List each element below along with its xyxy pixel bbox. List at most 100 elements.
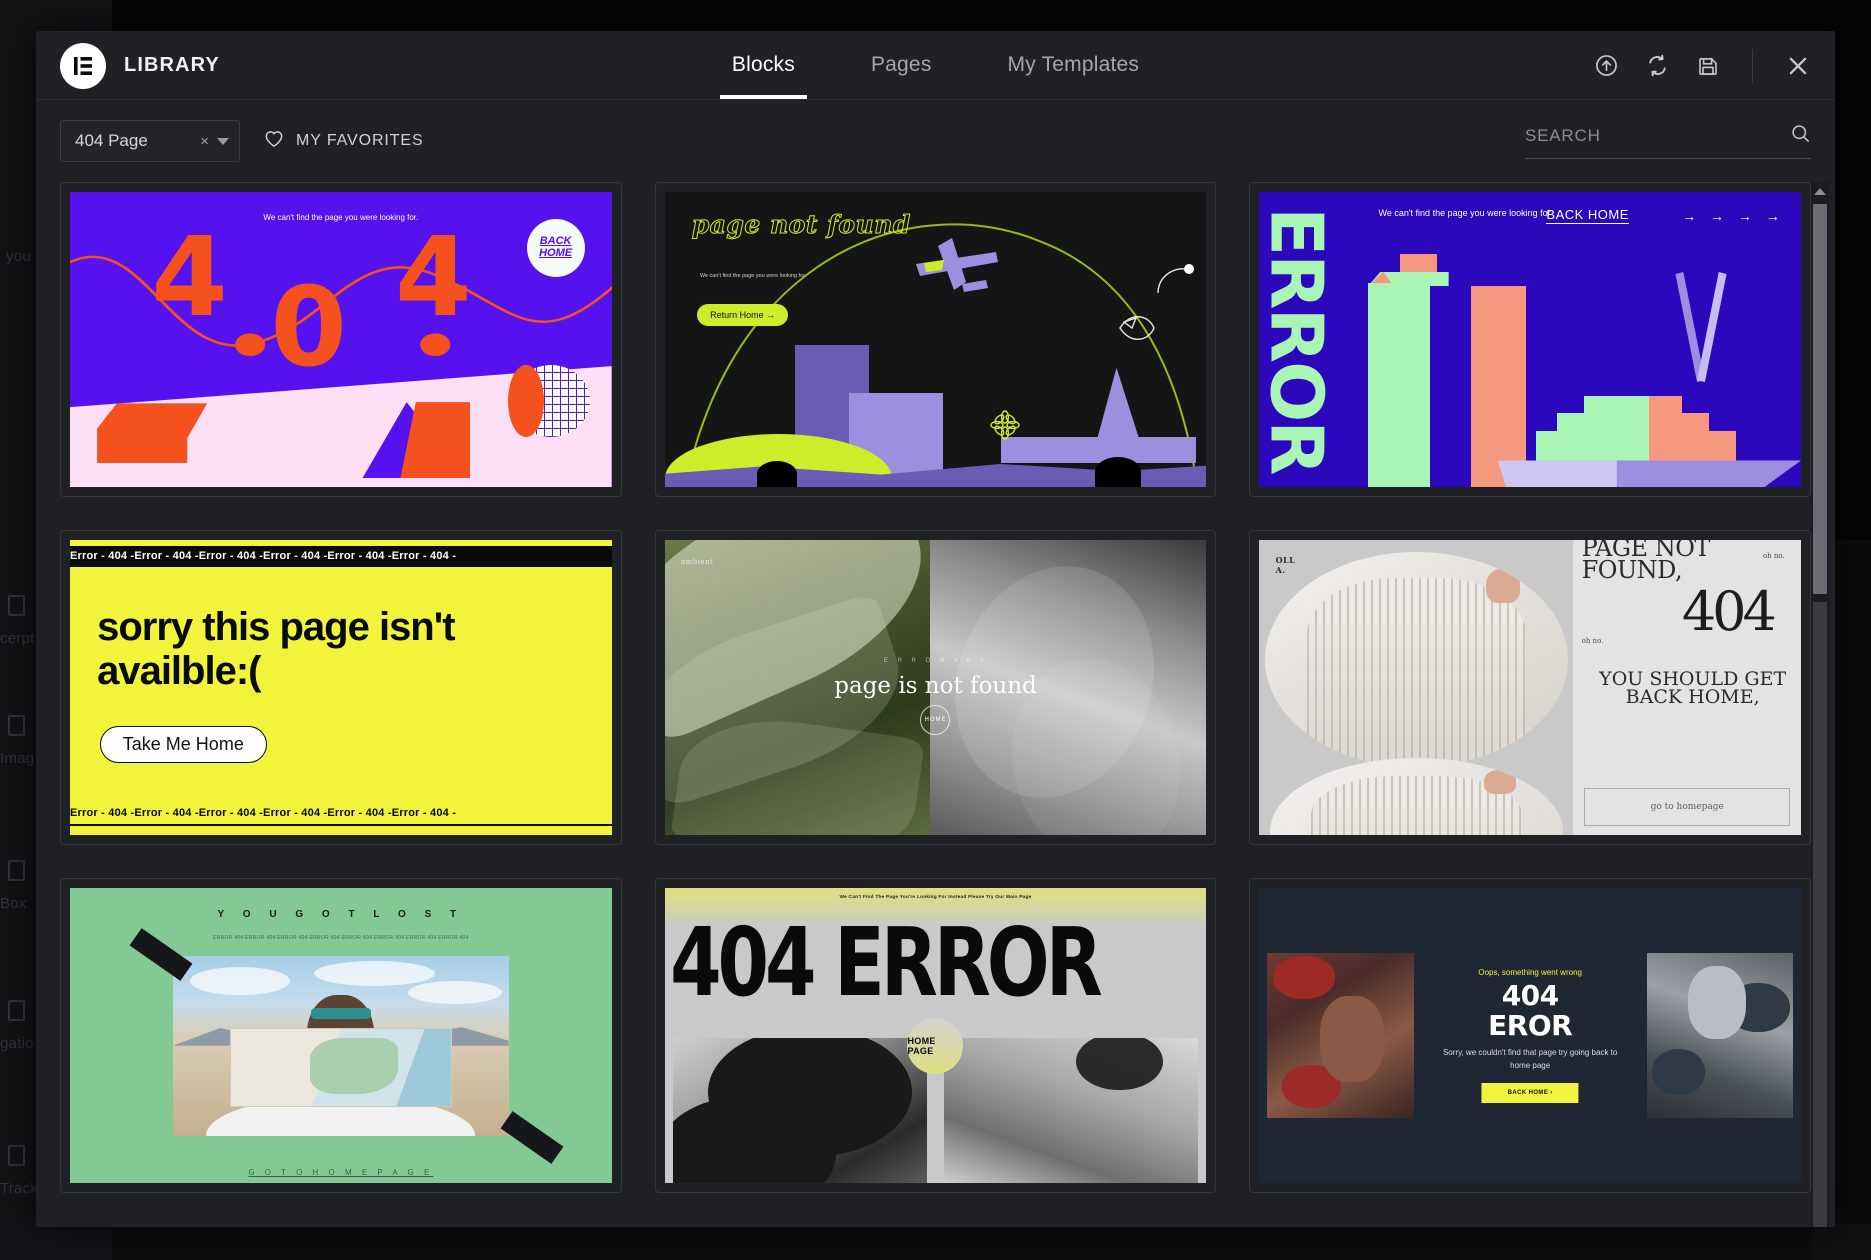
my-favorites-button[interactable]: MY FAVORITES [264, 129, 424, 153]
clear-filter-icon[interactable]: × [200, 133, 209, 150]
art-bird-icon [1119, 316, 1155, 341]
art-arrows: → → → → [1682, 208, 1785, 225]
template-thumbnail: OLL A. PAGE NOT FOUND, oh no. oh no. 404… [1259, 540, 1801, 835]
header-actions [1594, 48, 1811, 83]
template-card[interactable]: OLL A. PAGE NOT FOUND, oh no. oh no. 404… [1249, 530, 1811, 845]
art-stair [1708, 430, 1736, 464]
template-preview-you-got-lost: Y O U G O T L O S T ERROR 404 ERROR 404 … [70, 888, 612, 1183]
art-plane-icon [916, 238, 999, 293]
upload-icon[interactable] [1594, 53, 1619, 78]
template-card[interactable]: Y O U G O T L O S T ERROR 404 ERROR 404 … [60, 878, 622, 1193]
library-toolbar: 404 Page × MY FAVORITES [36, 100, 1835, 182]
art-headline: sorry this page isn't availble:( [97, 604, 455, 693]
sync-icon[interactable] [1645, 53, 1670, 78]
art-tiny-text: We Can't Find The Page You're Looking Fo… [839, 895, 1032, 901]
template-thumbnail: ERROR We can't find the page you were lo… [1259, 192, 1801, 487]
template-thumbnail: We can't find the page you were looking … [70, 192, 612, 487]
art-kicker: E R R O R 4 0 4 [883, 658, 988, 664]
template-card[interactable]: page not found We can't find the page yo… [654, 182, 1217, 497]
template-preview-page-not-found-dark: page not found We can't find the page yo… [664, 192, 1207, 487]
bg-widget-icon [8, 1145, 25, 1166]
template-library-modal: LIBRARY Blocks Pages My Templates 404 Pa… [36, 31, 1835, 1227]
template-preview-404-boxing: Oops, something went wrong 404 EROR Sorr… [1259, 888, 1801, 1183]
art-knit [1307, 577, 1526, 768]
art-description: Sorry, we couldn't find that page try go… [1442, 1048, 1618, 1071]
template-preview-page-is-not-found: ambient E R R O R 4 0 4 page is not foun… [664, 540, 1207, 835]
art-carton-side [1470, 286, 1526, 487]
template-card[interactable]: Error - 404 -Error - 404 -Error - 404 -E… [60, 530, 622, 845]
art-cylinder-cap [507, 364, 544, 437]
scrollbar-track[interactable] [1813, 602, 1827, 1227]
library-title: LIBRARY [124, 54, 220, 76]
tab-my-templates[interactable]: My Templates [996, 33, 1152, 99]
category-filter-select[interactable]: 404 Page × [60, 120, 240, 162]
art-home-page-button: HOME PAGE [907, 1017, 964, 1074]
template-thumbnail: We Can't Find The Page You're Looking Fo… [664, 888, 1207, 1183]
tab-pages[interactable]: Pages [859, 33, 944, 99]
heart-icon [264, 129, 284, 153]
art-title: page is not found [834, 672, 1037, 699]
chevron-up-icon[interactable] [1814, 185, 1826, 197]
art-brand: OLL A. [1276, 555, 1296, 575]
template-thumbnail: Error - 404 -Error - 404 -Error - 404 -E… [70, 540, 612, 835]
chevron-down-icon[interactable] [217, 137, 229, 145]
close-icon[interactable] [1785, 53, 1811, 79]
art-note-top: oh no. [1762, 551, 1785, 560]
art-headband [310, 1008, 372, 1019]
tab-blocks[interactable]: Blocks [719, 33, 808, 99]
art-small-text: We can't find the page you were looking … [699, 272, 807, 279]
template-thumbnail: Oops, something went wrong 404 EROR Sorr… [1259, 888, 1801, 1183]
template-card[interactable]: We can't find the page you were looking … [60, 182, 622, 497]
art-antenna-icon [1156, 263, 1194, 293]
badge-line-1: BACK [539, 235, 572, 247]
art-carton-body [1367, 283, 1430, 487]
art-photo [172, 955, 509, 1136]
bg-widget-label: Track [0, 1180, 38, 1197]
art-back-home-button: BACK HOME › [1481, 1082, 1579, 1103]
grid-scrollbar[interactable] [1811, 182, 1829, 1227]
template-card[interactable]: ambient E R R O R 4 0 4 page is not foun… [654, 530, 1217, 845]
bg-widget-icon [8, 860, 25, 881]
art-digit: 0 [270, 263, 347, 392]
art-rule [70, 824, 612, 827]
bg-widget-label: Imag [0, 750, 35, 767]
art-number: 404 [1681, 580, 1777, 644]
search-input[interactable] [1525, 126, 1790, 146]
template-thumbnail: ambient E R R O R 4 0 4 page is not foun… [664, 540, 1207, 835]
art-note-mid: oh no. [1581, 637, 1604, 646]
art-stair [1649, 395, 1682, 464]
scrollbar-thumb[interactable] [1813, 204, 1827, 594]
art-photo-left [672, 1038, 928, 1183]
my-favorites-label: MY FAVORITES [296, 132, 424, 149]
template-thumbnail: page not found We can't find the page yo… [664, 192, 1207, 487]
template-thumbnail: Y O U G O T L O S T ERROR 404 ERROR 404 … [70, 888, 612, 1183]
art-subhead: YOU SHOULD GET BACK HOME, [1599, 667, 1787, 709]
bg-widget-icon [8, 1000, 25, 1021]
art-boat-light [1497, 460, 1617, 487]
art-carton-cap [1400, 253, 1438, 275]
screen: you u cerpt Imag Box gatio Track LIBRARY… [0, 0, 1871, 1260]
template-preview-sorry-yellow: Error - 404 -Error - 404 -Error - 404 -E… [70, 540, 612, 835]
template-preview-404-error-big: We Can't Find The Page You're Looking Fo… [664, 888, 1207, 1183]
art-subtitle: We can't find the page you were looking … [1378, 207, 1551, 218]
template-card[interactable]: Oops, something went wrong 404 EROR Sorr… [1249, 878, 1811, 1193]
template-card[interactable]: ERROR We can't find the page you were lo… [1249, 182, 1811, 497]
art-map-area [310, 1038, 398, 1094]
template-grid: We can't find the page you were looking … [60, 182, 1811, 1227]
header-divider [1752, 48, 1753, 83]
art-blob [756, 461, 797, 487]
art-tape [500, 1110, 564, 1164]
template-grid-scroll-area[interactable]: We can't find the page you were looking … [36, 182, 1835, 1227]
elementor-logo-icon [60, 42, 106, 89]
bg-widget-label: gatio [0, 1035, 34, 1052]
search-icon[interactable] [1790, 123, 1811, 149]
template-preview-editorial-404: OLL A. PAGE NOT FOUND, oh no. oh no. 404… [1259, 540, 1801, 835]
art-title-line-1: 404 [1501, 979, 1559, 1013]
search-box [1525, 123, 1811, 159]
art-map [229, 1027, 452, 1107]
badge-line-2: HOME [539, 246, 573, 259]
art-photo-oval [1264, 551, 1569, 768]
template-card[interactable]: We Can't Find The Page You're Looking Fo… [654, 878, 1217, 1193]
template-preview-404-purple: We can't find the page you were looking … [70, 192, 612, 487]
save-icon[interactable] [1696, 54, 1720, 78]
